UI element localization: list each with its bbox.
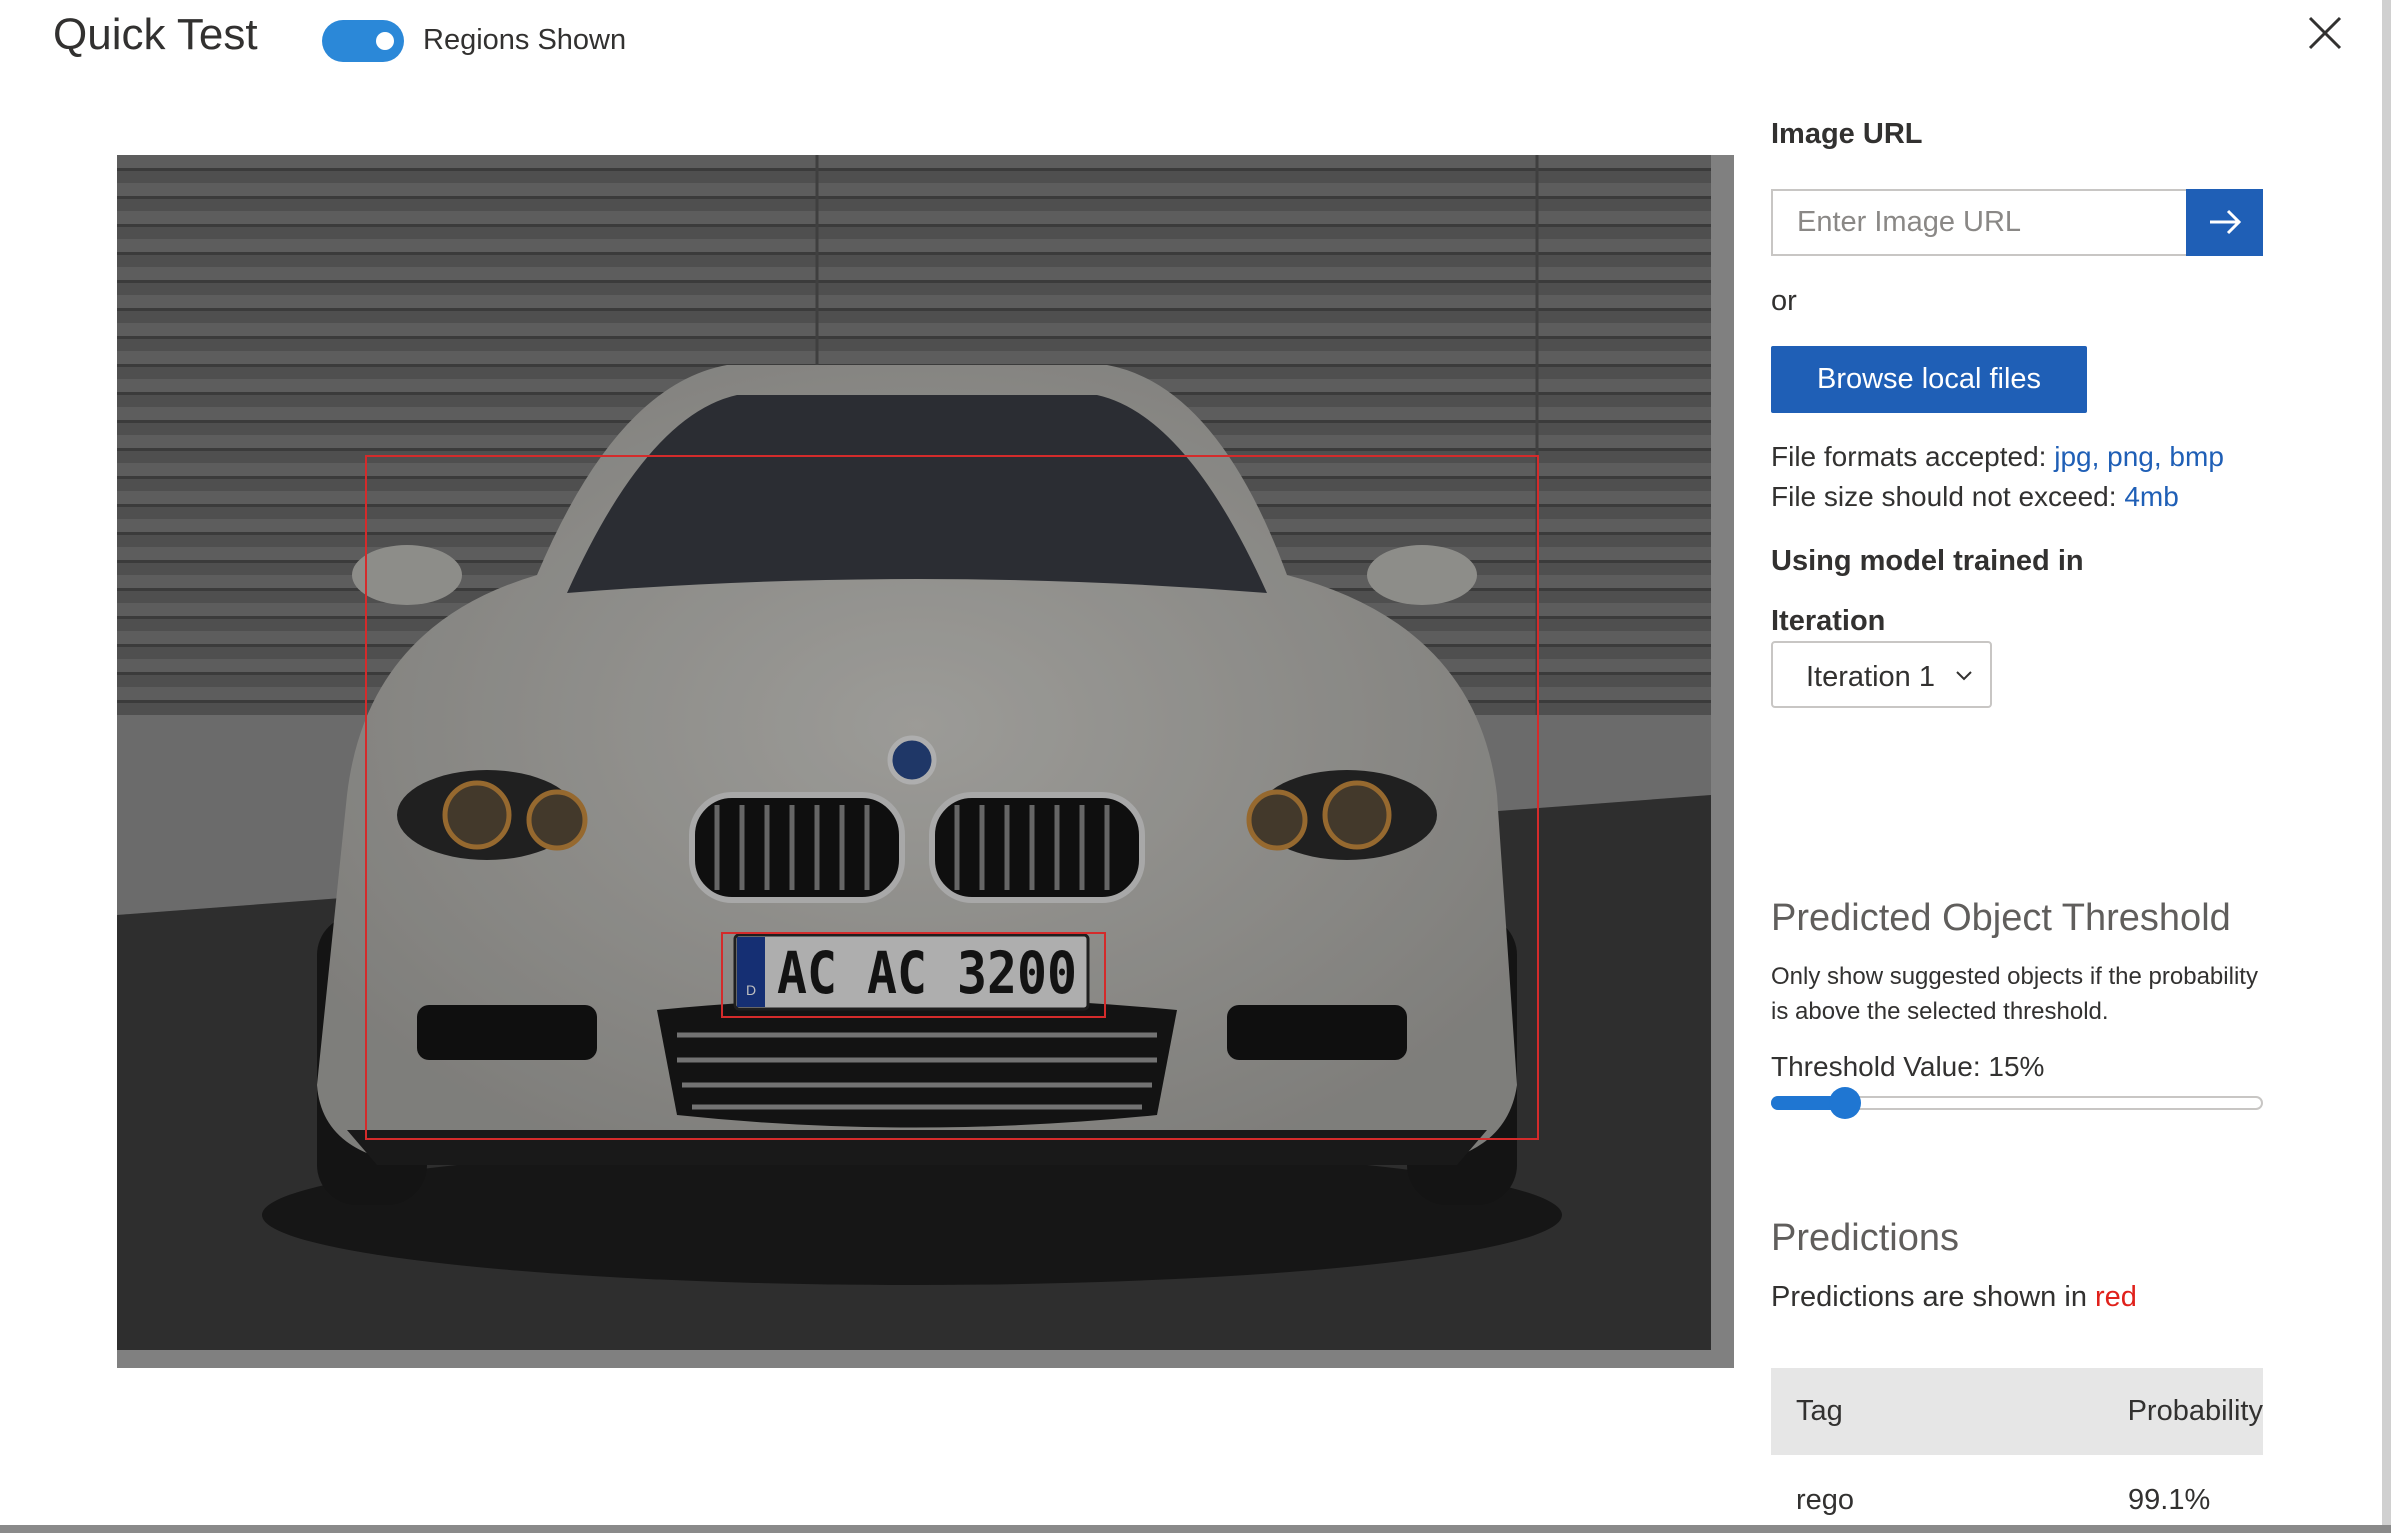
- regions-toggle[interactable]: [322, 20, 404, 62]
- model-trained-label: Using model trained in: [1771, 545, 2084, 577]
- toggle-knob: [376, 32, 394, 50]
- or-text: or: [1771, 285, 1797, 317]
- test-image: D AC AC 3200: [117, 155, 1711, 1350]
- chevron-down-icon: [1956, 671, 1972, 681]
- browse-local-files-button[interactable]: Browse local files: [1771, 346, 2087, 413]
- threshold-slider-thumb[interactable]: [1828, 1087, 1861, 1119]
- predictions-color-word: red: [2095, 1281, 2137, 1313]
- threshold-section-title: Predicted Object Threshold: [1771, 897, 2231, 939]
- image-url-label: Image URL: [1771, 118, 1923, 150]
- file-formats-prefix: File formats accepted:: [1771, 441, 2055, 472]
- file-size-prefix: File size should not exceed:: [1771, 481, 2125, 512]
- column-header-probability: Probability: [2127, 1395, 2263, 1427]
- close-icon: [2308, 16, 2342, 50]
- threshold-value-label: Threshold Value: 15%: [1771, 1051, 2045, 1082]
- submit-url-button[interactable]: [2186, 189, 2263, 256]
- arrow-right-icon: [2210, 209, 2242, 235]
- prediction-row-probability: 99.1%: [2128, 1484, 2211, 1516]
- predictions-note: Predictions are shown in red: [1771, 1281, 2137, 1314]
- predictions-note-prefix: Predictions are shown in: [1771, 1281, 2095, 1313]
- file-size-value: 4mb: [2124, 481, 2179, 512]
- close-button[interactable]: [2298, 6, 2352, 60]
- regions-toggle-label: Regions Shown: [423, 24, 627, 56]
- file-formats-info: File formats accepted: jpg, png, bmp: [1771, 441, 2224, 473]
- prediction-region-car[interactable]: [365, 455, 1539, 1140]
- image-url-input[interactable]: [1771, 189, 2186, 256]
- bottom-border: [0, 1525, 2391, 1533]
- iteration-select[interactable]: Iteration 1: [1771, 641, 1992, 708]
- prediction-row-tag: rego: [1796, 1484, 1855, 1516]
- iteration-select-value: Iteration 1: [1806, 661, 1935, 693]
- file-size-info: File size should not exceed: 4mb: [1771, 481, 2179, 513]
- predictions-table-header: Tag Probability: [1771, 1368, 2263, 1455]
- page-title: Quick Test: [53, 10, 258, 59]
- vertical-scrollbar[interactable]: [2382, 0, 2391, 1525]
- test-image-frame: D AC AC 3200: [117, 155, 1734, 1368]
- quick-test-dialog: Quick Test Regions Shown D AC AC 3200 Im…: [0, 0, 2391, 1533]
- prediction-region-rego[interactable]: [721, 932, 1106, 1018]
- column-header-tag: Tag: [1796, 1395, 1843, 1427]
- predictions-section-title: Predictions: [1771, 1217, 1959, 1259]
- iteration-label: Iteration: [1771, 605, 1886, 637]
- file-formats-value: jpg, png, bmp: [2054, 441, 2224, 472]
- threshold-description: Only show suggested objects if the proba…: [1771, 963, 2258, 1025]
